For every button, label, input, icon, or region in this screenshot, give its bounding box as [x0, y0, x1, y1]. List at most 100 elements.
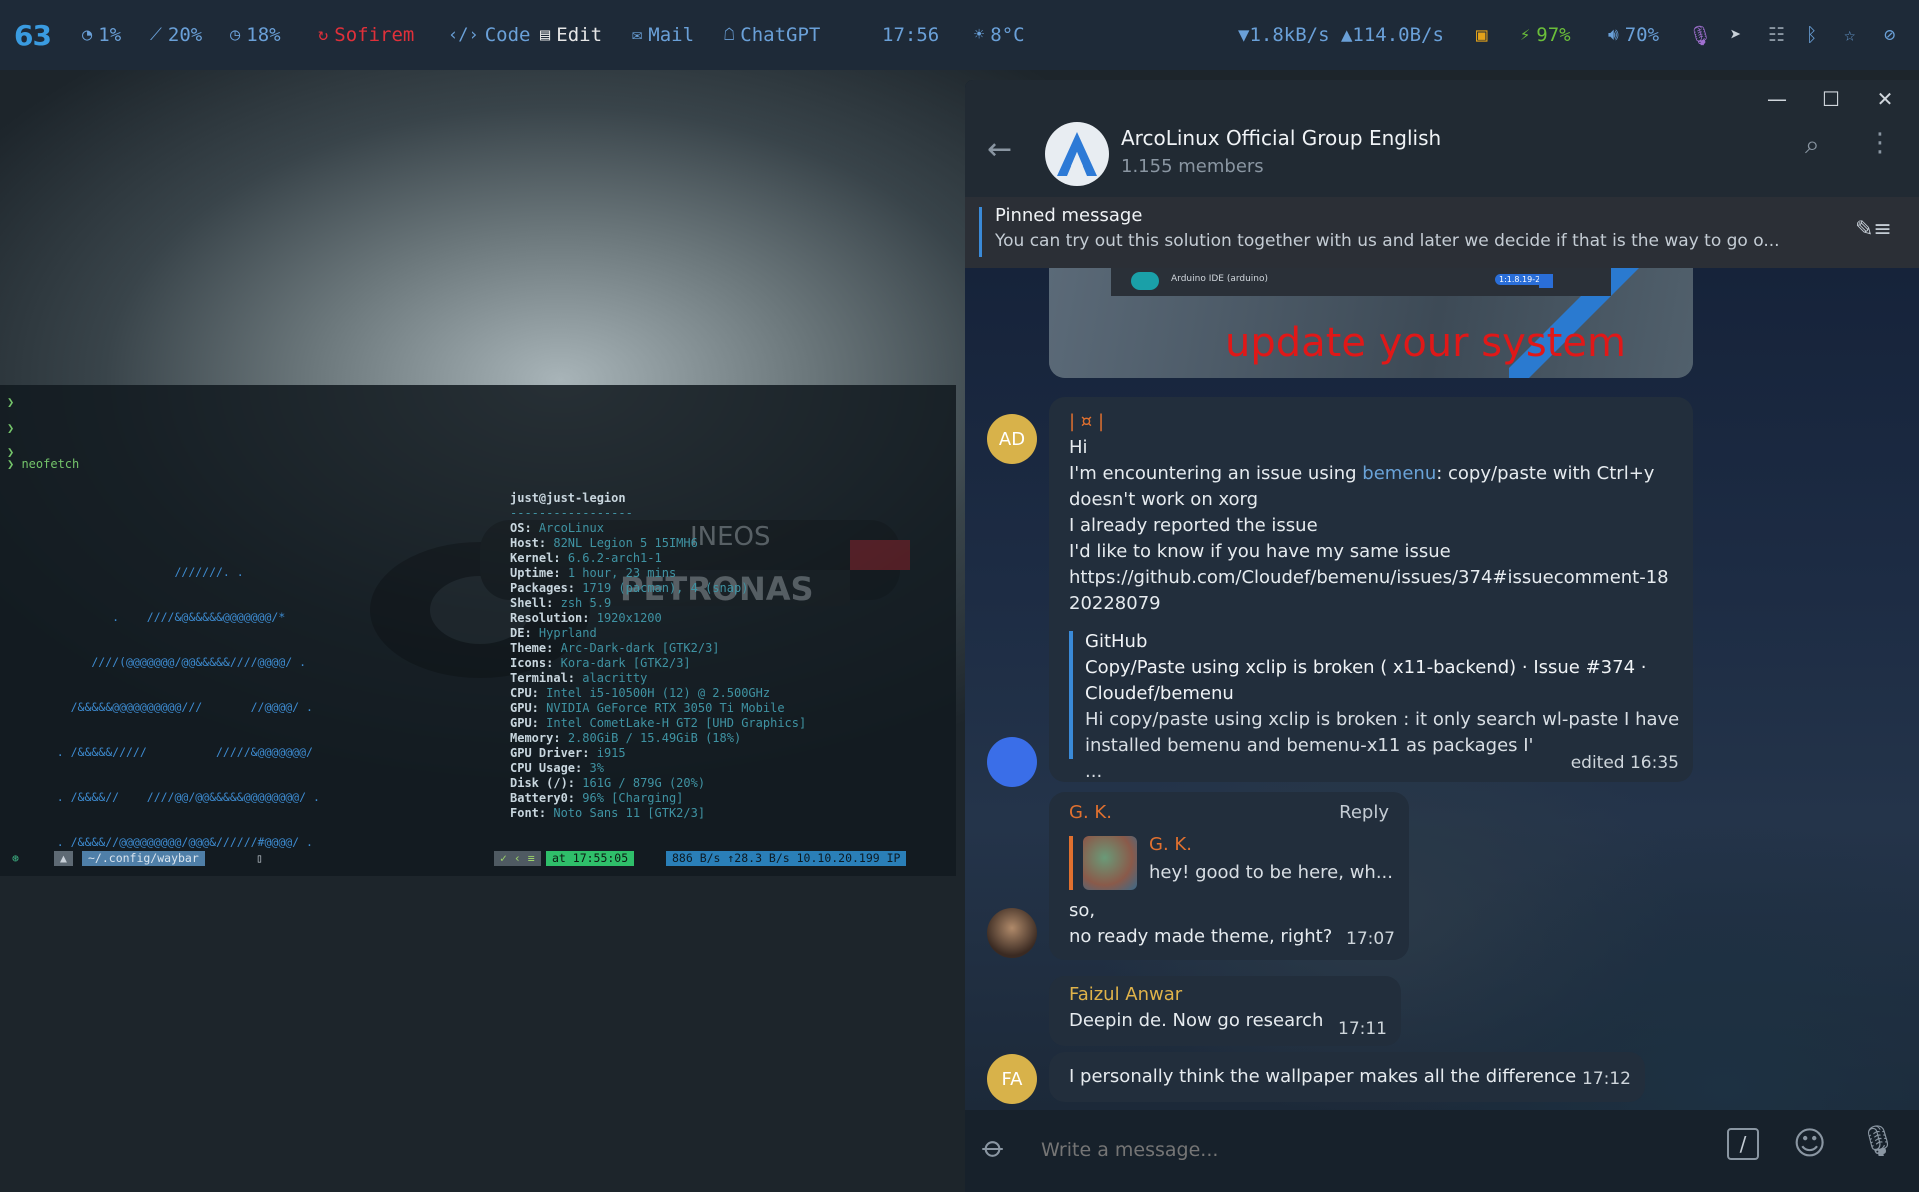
prompt-line: ❯	[7, 421, 15, 435]
more-menu-icon[interactable]: ⋮	[1867, 128, 1893, 158]
workspace-indicator[interactable]: 63	[14, 0, 52, 70]
star-icon[interactable]: ☆	[1844, 0, 1855, 70]
location-icon[interactable]: ➤	[1730, 0, 1741, 70]
message-text-line: so,	[1069, 900, 1096, 921]
message-bubble[interactable]: Faizul Anwar Deepin de. Now go research …	[1049, 976, 1401, 1046]
power-icon[interactable]: ⊘	[1884, 0, 1895, 70]
chatgpt-launcher[interactable]: ☖ ChatGPT	[724, 0, 820, 70]
load-module[interactable]: ⟋ 20%	[150, 0, 202, 70]
mail-launcher[interactable]: ✉ Mail	[632, 0, 694, 70]
pinned-text: You can try out this solution together w…	[995, 231, 1780, 251]
screenshot-app-row: Arduino IDE (arduino) 1:1.8.19-2	[1111, 268, 1611, 296]
cpu-value: 1%	[98, 24, 122, 46]
bemenu-link[interactable]: bemenu	[1362, 463, 1436, 484]
minimize-icon[interactable]: —	[1763, 86, 1791, 112]
avatar-gk-photo[interactable]	[987, 908, 1037, 958]
message-bubble[interactable]: G. K. Reply G. K. hey! good to be here, …	[1049, 792, 1409, 960]
home-icon: ▲	[54, 851, 73, 866]
avatar-ad[interactable]: AD	[987, 414, 1037, 464]
arduino-icon	[1131, 272, 1159, 290]
info-row: Packages: 1719 (pacman), 4 (snap)	[510, 581, 749, 595]
desktop: 63 ◔ 1% ⟋ 20% ◷ 18% ↻ Sofirem ‹/› Code ▤…	[0, 0, 1919, 1192]
chat-history[interactable]: Arduino IDE (arduino) 1:1.8.19-2 update …	[965, 268, 1919, 1190]
terminal-window[interactable]: PETRONAS INEOS ❯ ❯ ❯ ❯ neofetch ///////.…	[0, 385, 956, 876]
microphone-icon[interactable]: 🎙︎	[1859, 1124, 1897, 1159]
message-time: 17:11	[1338, 1019, 1387, 1039]
telegram-window[interactable]: — ☐ ✕ ← ArcoLinux Official Group English…	[965, 80, 1919, 1192]
chatgpt-label: ChatGPT	[740, 24, 821, 46]
avatar-fa[interactable]: FA	[987, 1054, 1037, 1104]
search-icon[interactable]: ⌕	[1805, 130, 1820, 161]
reply-label[interactable]: Reply	[1339, 800, 1389, 826]
neofetch-info: just@just-legion ----------------- OS: A…	[510, 491, 806, 821]
separator: -----------------	[510, 506, 633, 520]
mail-label: Mail	[648, 24, 695, 46]
message-text: I personally think the wallpaper makes a…	[1069, 1066, 1577, 1087]
disk-module[interactable]: ◷ 18%	[230, 0, 281, 70]
screenshot-version-badge: 1:1.8.19-2	[1495, 274, 1545, 285]
refresh-icon: ↻	[318, 25, 329, 45]
download-icon	[1539, 274, 1553, 288]
arch-icon: ⊛	[12, 851, 19, 865]
sun-icon: ☀	[974, 25, 985, 45]
quote-bar	[1069, 836, 1073, 890]
weather-module[interactable]: ☀ 8°C	[974, 0, 1025, 70]
cursor-block: ▯	[256, 851, 263, 865]
group-name[interactable]: ArcoLinux Official Group English	[1121, 126, 1441, 150]
pinned-title: Pinned message	[995, 205, 1143, 226]
document-icon: ▤	[540, 25, 551, 45]
code-launcher[interactable]: ‹/› Code	[448, 0, 530, 70]
weather-value: 8°C	[990, 24, 1025, 46]
cwd-segment: ~/.config/waybar	[82, 851, 205, 866]
sender-name[interactable]: Faizul Anwar	[1069, 982, 1182, 1008]
info-row: GPU: Intel CometLake-H GT2 [UHD Graphics…	[510, 716, 807, 730]
pinned-message-bar[interactable]: Pinned message You can try out this solu…	[965, 197, 1919, 268]
message-time: edited 16:35	[1570, 753, 1679, 773]
load-value: 20%	[167, 24, 203, 46]
message-bubble[interactable]: I personally think the wallpaper makes a…	[1049, 1052, 1645, 1102]
cpu-module[interactable]: ◔ 1%	[82, 0, 121, 70]
bot-icon: ☖	[724, 25, 735, 45]
image-message[interactable]: Arduino IDE (arduino) 1:1.8.19-2 update …	[1049, 268, 1693, 378]
wifi-icon[interactable]: ☷	[1768, 0, 1785, 70]
gauge-icon: ◔	[82, 25, 93, 45]
preview-desc-1: Hi copy/paste using xclip is broken : it…	[1085, 709, 1680, 730]
image-icon[interactable]: ▣	[1476, 0, 1487, 70]
unpin-list-icon[interactable]: ✎≡	[1855, 217, 1892, 242]
message-text: Hi I'm encountering an issue using bemen…	[1069, 435, 1679, 617]
message-bubble[interactable]: | ¤ | Hi I'm encountering an issue using…	[1049, 397, 1693, 782]
sofirem-launcher[interactable]: ↻ Sofirem	[318, 0, 414, 70]
attach-icon[interactable]: ⌀	[975, 1129, 1013, 1167]
back-arrow-icon[interactable]: ←	[987, 132, 1012, 167]
mic-muted-icon[interactable]: 🎙︎	[1688, 0, 1712, 70]
edit-launcher[interactable]: ▤ Edit	[540, 0, 602, 70]
info-row: Theme: Arc-Dark-dark [GTK2/3]	[510, 641, 720, 655]
github-link[interactable]: https://github.com/Cloudef/bemenu/issues…	[1069, 565, 1679, 617]
volume-value: 70%	[1624, 24, 1660, 46]
bluetooth-icon[interactable]: ᛒ	[1806, 0, 1817, 70]
sender-name[interactable]: G. K.	[1069, 800, 1112, 826]
info-row: Terminal: alacritty	[510, 671, 648, 685]
prompt-line-command: ❯ neofetch	[7, 457, 80, 471]
maximize-icon[interactable]: ☐	[1817, 86, 1845, 112]
close-icon[interactable]: ✕	[1871, 86, 1899, 112]
waybar: 63 ◔ 1% ⟋ 20% ◷ 18% ↻ Sofirem ‹/› Code ▤…	[0, 0, 1919, 70]
info-row: GPU Driver: i915	[510, 746, 626, 760]
group-avatar[interactable]	[1045, 122, 1109, 186]
avatar-blue[interactable]	[987, 737, 1037, 787]
clock[interactable]: 17:56	[882, 0, 939, 70]
emoji-icon[interactable]: ☺	[1793, 1124, 1826, 1162]
info-row: DE: Hyprland	[510, 626, 597, 640]
volume-module[interactable]: 🔊︎ 70%	[1608, 0, 1659, 70]
disk-value: 18%	[246, 24, 281, 46]
prompt-statusline: ⊛ ▲ ~/.config/waybar ▯ ✓ ‹ ≡ at 17:55:05…	[6, 851, 946, 866]
sender-name[interactable]: | ¤ |	[1069, 409, 1104, 435]
bot-commands-icon[interactable]: /	[1727, 1128, 1759, 1160]
battery-module[interactable]: ⚡ 97%	[1520, 0, 1571, 70]
message-input[interactable]	[1041, 1132, 1641, 1168]
info-row: Disk (/): 161G / 879G (20%)	[510, 776, 706, 790]
network-module[interactable]: ▼1.8kB/s ▲114.0B/s	[1238, 0, 1444, 70]
message-time: 17:12	[1582, 1069, 1631, 1089]
message-text-line: no ready made theme, right?	[1069, 926, 1333, 947]
net-segment: 886 B/s ↑28.3 B/s 10.10.20.199 IP	[666, 851, 907, 866]
